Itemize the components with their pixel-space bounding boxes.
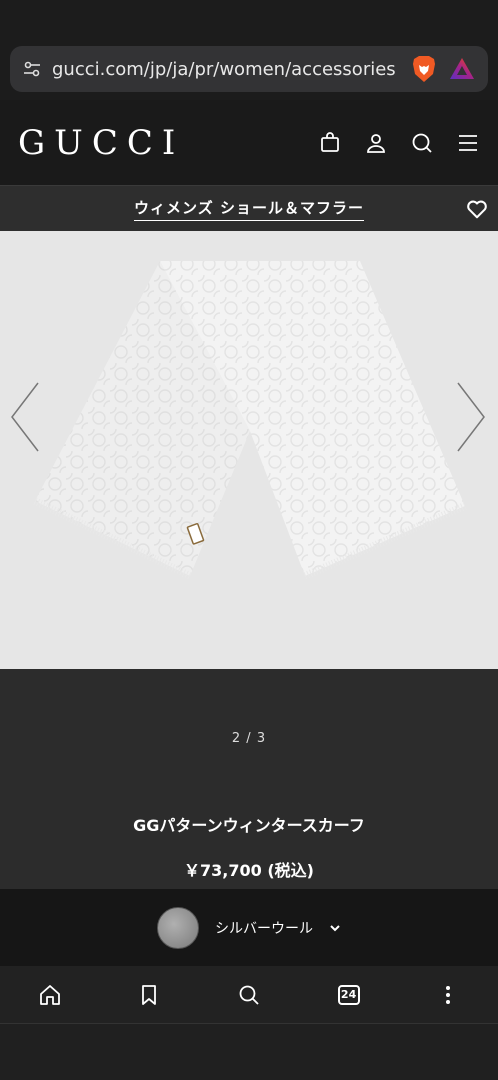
category-bar: ウィメンズ ショール＆マフラー [0,185,498,231]
scarf-image [33,261,467,580]
search-icon [239,985,259,1005]
tune-icon[interactable] [22,59,42,79]
search-icon[interactable] [410,131,434,155]
more-button[interactable] [428,975,468,1015]
image-pager: 2 / 3 [231,731,267,746]
category-title[interactable]: ウィメンズ ショール＆マフラー [134,197,364,221]
menu-icon[interactable] [456,131,480,155]
variant-swatch[interactable] [157,906,199,949]
browser-toolbar: gucci.com/jp/ja/pr/women/accessories [0,38,498,100]
shopping-bag-icon[interactable] [318,131,342,155]
browser-bottom-nav: 24 [0,966,498,1024]
gucci-logo[interactable]: GUCCI [18,123,318,163]
previous-image-arrow[interactable] [10,381,40,453]
tabs-button[interactable]: 24 [329,975,369,1015]
system-nav-space [0,1024,498,1080]
brave-rewards-icon[interactable] [448,55,476,83]
brave-lion-icon[interactable] [410,54,438,84]
home-button[interactable] [30,975,70,1015]
next-image-arrow[interactable] [456,381,486,453]
account-icon[interactable] [364,131,388,155]
more-icon [446,985,451,1004]
product-name: GGパターンウィンタースカーフ [133,816,365,835]
address-bar[interactable]: gucci.com/jp/ja/pr/women/accessories [10,46,488,92]
site-header: GUCCI [0,100,498,185]
bookmark-icon [142,984,157,1005]
url-text[interactable]: gucci.com/jp/ja/pr/women/accessories [52,59,400,80]
status-bar-space [0,0,498,38]
variant-label[interactable]: シルバーウール [215,918,313,938]
tab-count: 24 [337,984,360,1005]
variant-selector[interactable]: シルバーウール [0,889,498,966]
heart-icon[interactable] [466,198,488,220]
product-info: 2 / 3 GGパターンウィンタースカーフ ￥73,700 (税込) [0,669,498,889]
chevron-down-icon[interactable] [329,922,341,934]
bookmark-button[interactable] [129,975,169,1015]
product-image-carousel[interactable] [0,231,498,669]
product-price: ￥73,700 (税込) [184,861,314,880]
home-icon [39,984,60,1005]
search-button[interactable] [229,975,269,1015]
